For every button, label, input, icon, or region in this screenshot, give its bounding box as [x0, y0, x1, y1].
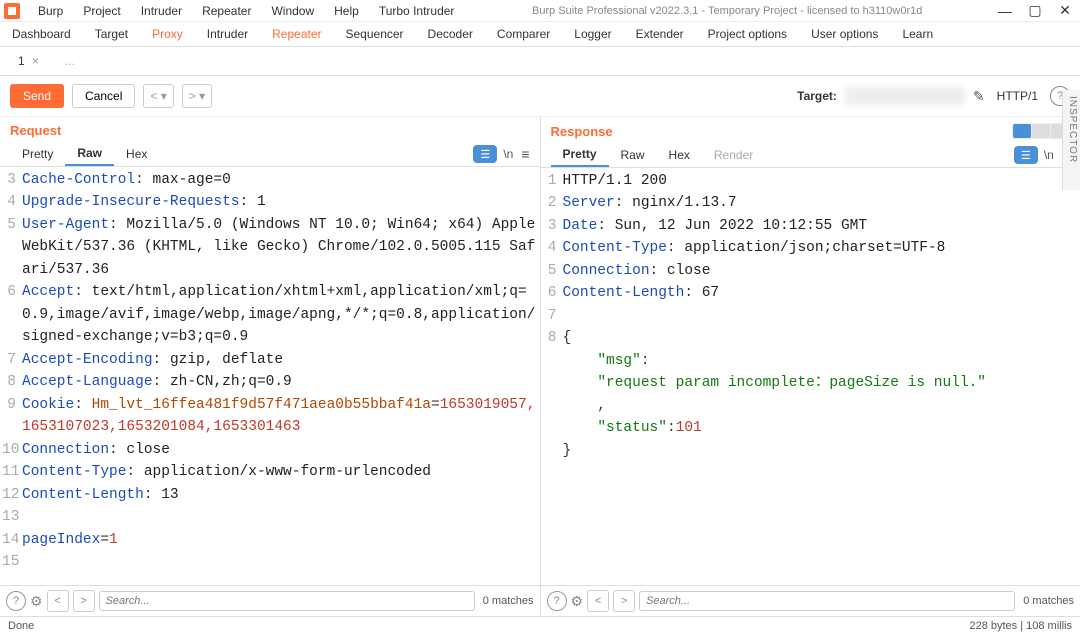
repeater-subtabs: 1 × ...: [0, 47, 1080, 76]
response-view-pretty[interactable]: Pretty: [551, 143, 609, 167]
close-tab-icon[interactable]: ×: [32, 54, 39, 68]
repeater-tab-add[interactable]: ...: [57, 51, 83, 71]
window-minimize-icon[interactable]: —: [990, 0, 1020, 22]
newline-toggle-icon[interactable]: \n: [503, 147, 513, 161]
target-label: Target:: [797, 89, 837, 103]
cancel-button[interactable]: Cancel: [72, 84, 135, 108]
response-view-raw[interactable]: Raw: [609, 144, 657, 166]
edit-target-icon[interactable]: ✎: [973, 88, 985, 105]
send-button[interactable]: Send: [10, 84, 64, 108]
menubar: Burp Project Intruder Repeater Window He…: [0, 0, 1080, 22]
target-host[interactable]: [845, 87, 965, 105]
request-column: Request Pretty Raw Hex ☰ \n ≡ 3Cache-Con…: [0, 117, 541, 616]
menu-repeater[interactable]: Repeater: [192, 2, 261, 20]
app-logo-icon: [4, 3, 20, 19]
layout-columns-icon[interactable]: [1013, 124, 1031, 138]
response-footer: ? ⚙ < > 0 matches: [541, 585, 1080, 616]
tab-repeater[interactable]: Repeater: [260, 22, 333, 46]
request-match-count: 0 matches: [483, 595, 534, 607]
response-search-input[interactable]: [639, 591, 1015, 611]
menu-help[interactable]: Help: [324, 2, 369, 20]
request-view-raw[interactable]: Raw: [65, 142, 114, 166]
menu-project[interactable]: Project: [73, 2, 130, 20]
tab-learn[interactable]: Learn: [890, 22, 945, 46]
tab-dashboard[interactable]: Dashboard: [0, 22, 83, 46]
window-title: Burp Suite Professional v2022.3.1 - Temp…: [464, 5, 990, 17]
response-prev-match-button[interactable]: <: [587, 590, 609, 612]
response-actions-icon[interactable]: ☰: [1014, 146, 1038, 164]
response-help-icon[interactable]: ?: [547, 591, 567, 611]
repeater-tab-1[interactable]: 1 ×: [10, 51, 47, 71]
request-settings-icon[interactable]: ⚙: [30, 593, 43, 610]
response-view-render[interactable]: Render: [702, 144, 765, 166]
response-newline-icon[interactable]: \n: [1044, 148, 1054, 162]
tab-comparer[interactable]: Comparer: [485, 22, 562, 46]
status-bar: Done 228 bytes | 108 millis: [0, 616, 1080, 634]
status-right: 228 bytes | 108 millis: [969, 620, 1072, 632]
repeater-tab-1-label: 1: [18, 54, 25, 68]
tab-sequencer[interactable]: Sequencer: [334, 22, 416, 46]
response-view-hex[interactable]: Hex: [657, 144, 702, 166]
response-match-count: 0 matches: [1023, 595, 1074, 607]
tab-proxy[interactable]: Proxy: [140, 22, 195, 46]
request-editor[interactable]: 3Cache-Control: max-age=04Upgrade-Insecu…: [0, 167, 540, 585]
window-maximize-icon[interactable]: ▢: [1020, 0, 1050, 22]
response-column: Response Pretty Raw Hex Render ☰ \n ≡ 1H…: [541, 117, 1080, 616]
request-next-match-button[interactable]: >: [73, 590, 95, 612]
request-footer: ? ⚙ < > 0 matches: [0, 585, 540, 616]
request-help-icon[interactable]: ?: [6, 591, 26, 611]
history-forward-button[interactable]: > ▾: [182, 84, 212, 108]
menu-window[interactable]: Window: [261, 2, 324, 20]
tab-user-options[interactable]: User options: [799, 22, 890, 46]
request-actions-icon[interactable]: ☰: [473, 145, 497, 163]
window-close-icon[interactable]: ✕: [1050, 0, 1080, 22]
response-editor[interactable]: 1HTTP/1.1 2002Server: nginx/1.13.73Date:…: [541, 168, 1080, 585]
request-menu-icon[interactable]: ≡: [521, 146, 529, 162]
status-left: Done: [8, 620, 34, 632]
layout-rows-icon[interactable]: [1032, 124, 1050, 138]
menu-intruder[interactable]: Intruder: [131, 2, 192, 20]
tab-decoder[interactable]: Decoder: [416, 22, 485, 46]
tab-extender[interactable]: Extender: [624, 22, 696, 46]
response-next-match-button[interactable]: >: [613, 590, 635, 612]
menu-burp[interactable]: Burp: [28, 2, 73, 20]
request-search-input[interactable]: [99, 591, 475, 611]
request-view-pretty[interactable]: Pretty: [10, 143, 65, 165]
editor-columns: Request Pretty Raw Hex ☰ \n ≡ 3Cache-Con…: [0, 117, 1080, 616]
action-bar: Send Cancel < ▾ > ▾ Target: ✎ HTTP/1 ?: [0, 76, 1080, 117]
response-settings-icon[interactable]: ⚙: [571, 593, 584, 610]
history-back-button[interactable]: < ▾: [143, 84, 173, 108]
http-version-label[interactable]: HTTP/1: [993, 84, 1042, 108]
menu-turbo-intruder[interactable]: Turbo Intruder: [369, 2, 465, 20]
response-title: Response: [551, 124, 613, 139]
tab-logger[interactable]: Logger: [562, 22, 623, 46]
request-title: Request: [10, 123, 61, 138]
main-tablist: Dashboard Target Proxy Intruder Repeater…: [0, 22, 1080, 47]
inspector-tab[interactable]: INSPECTOR: [1062, 90, 1080, 190]
tab-intruder[interactable]: Intruder: [195, 22, 260, 46]
tab-project-options[interactable]: Project options: [696, 22, 799, 46]
request-prev-match-button[interactable]: <: [47, 590, 69, 612]
request-view-hex[interactable]: Hex: [114, 143, 159, 165]
tab-target[interactable]: Target: [83, 22, 140, 46]
